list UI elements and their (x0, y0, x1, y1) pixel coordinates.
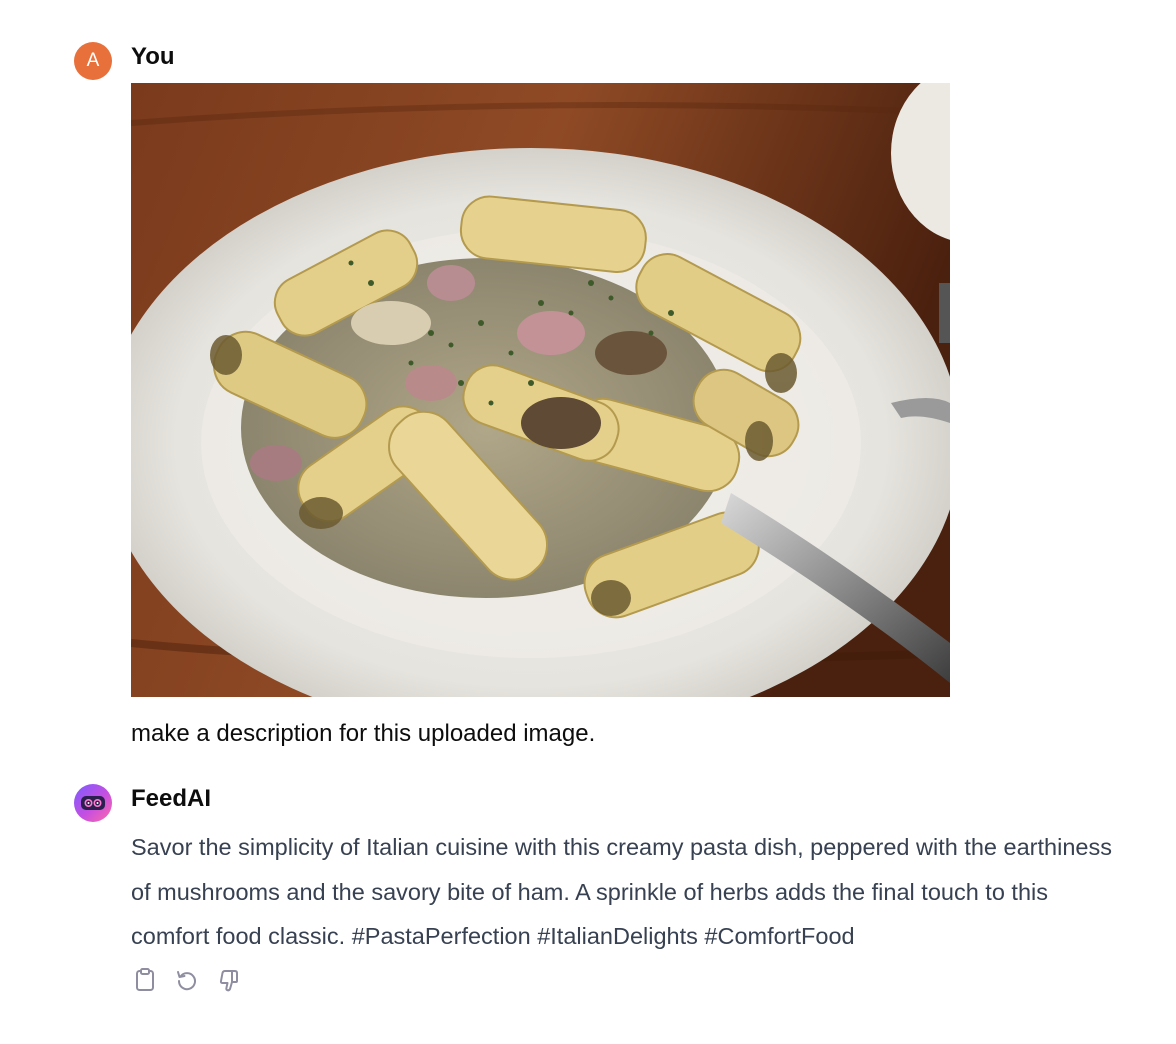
refresh-icon (177, 971, 196, 991)
assistant-message-text: Savor the simplicity of Italian cuisine … (131, 834, 1112, 949)
assistant-avatar (74, 784, 112, 822)
thumbs-down-icon (219, 970, 238, 992)
user-message-text: make a description for this uploaded ima… (131, 720, 596, 747)
message-actions (131, 965, 243, 995)
clipboard-icon (136, 968, 154, 991)
assistant-author-name: FeedAI (131, 785, 212, 812)
user-avatar-letter: A (86, 50, 100, 71)
bad-response-button[interactable] (215, 965, 243, 995)
regenerate-button[interactable] (173, 965, 201, 995)
pasta-photo-illustration (131, 83, 950, 697)
user-avatar: A (74, 42, 112, 80)
robot-face-icon (81, 796, 105, 810)
uploaded-image[interactable] (131, 83, 950, 697)
copy-button[interactable] (131, 965, 159, 995)
user-author-name: You (131, 43, 175, 70)
